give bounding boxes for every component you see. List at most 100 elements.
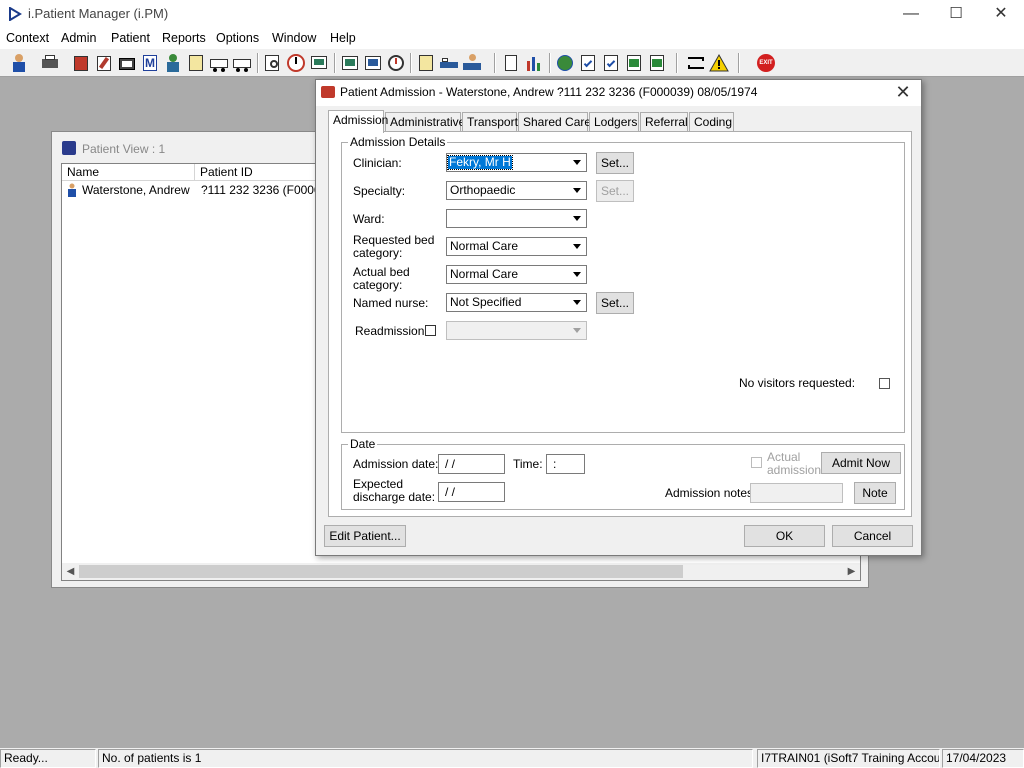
menu-context[interactable]: Context	[6, 31, 49, 45]
tab-transport[interactable]: Transport	[462, 112, 518, 132]
scroll-left-icon[interactable]: ◀	[62, 563, 79, 580]
ward-label: Ward:	[353, 212, 385, 226]
tab-admission[interactable]: Admission	[328, 110, 388, 133]
minimize-button[interactable]: —	[888, 0, 934, 29]
status-ready: Ready...	[0, 749, 96, 768]
form-icon[interactable]	[186, 53, 206, 73]
screen-2-icon[interactable]	[363, 53, 383, 73]
actual-admission-checkbox[interactable]	[751, 457, 762, 468]
ambulance-icon[interactable]	[209, 53, 229, 73]
clinician-select[interactable]: Fekry, Mr H	[446, 153, 587, 172]
tab-shared-care[interactable]: Shared Care	[518, 112, 591, 132]
chevron-down-icon[interactable]	[569, 266, 586, 283]
ward-select[interactable]	[446, 209, 587, 228]
globe-clock-icon[interactable]	[386, 53, 406, 73]
chart-icon[interactable]	[524, 53, 544, 73]
admission-icon	[321, 86, 335, 98]
letter-m-icon[interactable]: M	[140, 53, 160, 73]
menu-bar: Context Admin Patient Reports Options Wi…	[0, 29, 1024, 48]
time-input[interactable]: :	[546, 454, 585, 474]
named-nurse-label: Named nurse:	[353, 296, 429, 310]
chevron-down-icon[interactable]	[569, 238, 586, 255]
monitor-icon[interactable]	[309, 53, 329, 73]
edit-patient-button[interactable]: Edit Patient...	[324, 525, 406, 547]
requested-bed-value: Normal Care	[450, 239, 519, 253]
set-nurse-button[interactable]: Set...	[596, 292, 634, 314]
readmission-checkbox[interactable]	[425, 325, 436, 336]
check-2-icon[interactable]	[601, 53, 621, 73]
edit-icon[interactable]	[94, 53, 114, 73]
toolbar-separator	[738, 53, 740, 73]
column-header-name[interactable]: Name	[62, 164, 195, 181]
chevron-down-icon[interactable]	[569, 154, 586, 171]
notes-icon[interactable]	[416, 53, 436, 73]
menu-options[interactable]: Options	[216, 31, 259, 45]
expected-discharge-input[interactable]: / /	[438, 482, 505, 502]
admission-date-input[interactable]: / /	[438, 454, 505, 474]
readmission-label: Readmission:	[355, 324, 428, 338]
exit-icon[interactable]: EXIT	[756, 53, 776, 73]
clock-icon[interactable]	[286, 53, 306, 73]
set-clinician-button[interactable]: Set...	[596, 152, 634, 174]
requested-bed-select[interactable]: Normal Care	[446, 237, 587, 256]
book-icon[interactable]	[71, 53, 91, 73]
menu-reports[interactable]: Reports	[162, 31, 206, 45]
person-icon[interactable]	[163, 53, 183, 73]
set-specialty-button[interactable]: Set...	[596, 180, 634, 202]
refresh-2-icon[interactable]	[647, 53, 667, 73]
refresh-icon[interactable]	[624, 53, 644, 73]
admission-date-label: Admission date:	[353, 457, 439, 471]
menu-help[interactable]: Help	[330, 31, 356, 45]
admission-notes-input[interactable]	[750, 483, 843, 503]
menu-window[interactable]: Window	[272, 31, 316, 45]
ok-button[interactable]: OK	[744, 525, 825, 547]
scroll-right-icon[interactable]: ▶	[843, 563, 860, 580]
document-icon[interactable]	[501, 53, 521, 73]
actual-bed-label-2: category:	[353, 278, 403, 292]
chevron-down-icon[interactable]	[569, 182, 586, 199]
maximize-button[interactable]: ☐	[933, 0, 979, 29]
tab-referral[interactable]: Referral	[640, 112, 688, 132]
no-visitors-checkbox[interactable]	[879, 378, 890, 389]
cancel-button[interactable]: Cancel	[832, 525, 913, 547]
exit-label: EXIT	[757, 54, 775, 72]
actual-bed-select[interactable]: Normal Care	[446, 265, 587, 284]
search-doc-icon[interactable]	[263, 53, 283, 73]
close-dialog-button[interactable]: ✕	[891, 81, 915, 105]
admission-details-group: Admission Details Clinician: Fekry, Mr H…	[341, 135, 905, 433]
tab-administrative[interactable]: Administrative	[385, 112, 465, 132]
no-visitors-label: No visitors requested:	[739, 376, 856, 390]
chevron-down-icon[interactable]	[569, 322, 586, 339]
toolbar-separator	[410, 53, 412, 73]
scrollbar-thumb[interactable]	[79, 565, 683, 578]
named-nurse-select[interactable]: Not Specified	[446, 293, 587, 312]
note-button[interactable]: Note	[854, 482, 896, 504]
tab-coding[interactable]: Coding	[689, 112, 734, 132]
globe-icon[interactable]	[555, 53, 575, 73]
toolbar-separator	[257, 53, 259, 73]
folder-icon[interactable]	[117, 53, 137, 73]
admit-now-button[interactable]: Admit Now	[821, 452, 901, 474]
horizontal-scrollbar[interactable]: ◀ ▶	[62, 563, 860, 580]
admission-notes-label: Admission notes:	[665, 486, 757, 500]
check-icon[interactable]	[578, 53, 598, 73]
readmission-select[interactable]	[446, 321, 587, 340]
admission-details-legend: Admission Details	[348, 135, 448, 149]
person-bed-icon[interactable]	[462, 53, 482, 73]
close-app-button[interactable]: ✕	[978, 0, 1024, 29]
print-icon[interactable]	[40, 53, 60, 73]
screen-icon[interactable]	[340, 53, 360, 73]
specialty-select[interactable]: Orthopaedic	[446, 181, 587, 200]
chevron-down-icon[interactable]	[569, 210, 586, 227]
swap-icon[interactable]	[686, 53, 706, 73]
menu-patient[interactable]: Patient	[111, 31, 150, 45]
warning-icon[interactable]	[709, 53, 729, 73]
ambulance-2-icon[interactable]	[232, 53, 252, 73]
menu-admin[interactable]: Admin	[61, 31, 96, 45]
bed-icon[interactable]	[439, 53, 459, 73]
tab-lodgers[interactable]: Lodgers	[589, 112, 639, 132]
patient-search-icon[interactable]	[9, 53, 29, 73]
requested-bed-label-2: category:	[353, 246, 403, 260]
admission-tab-panel: Admission Details Clinician: Fekry, Mr H…	[328, 131, 912, 517]
chevron-down-icon[interactable]	[569, 294, 586, 311]
